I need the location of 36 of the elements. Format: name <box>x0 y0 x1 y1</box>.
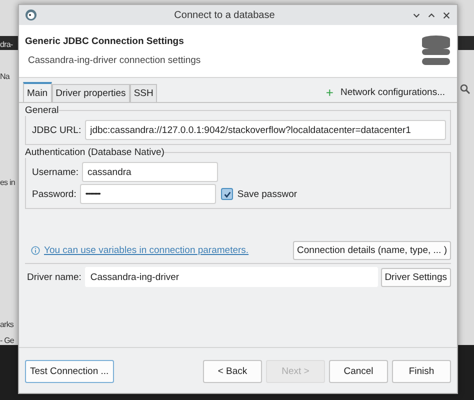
group-title: Authentication (Database Native) <box>25 147 164 158</box>
tab[interactable]: Main <box>23 82 52 102</box>
background-text: arks <box>0 320 14 329</box>
background-text: es in <box>0 178 15 187</box>
header-title: Generic JDBC Connection Settings <box>25 36 185 47</box>
driver-name-field[interactable]: Cassandra-ing-driver <box>85 267 378 287</box>
network-configurations-button[interactable]: + Network configurations... <box>326 85 453 102</box>
tab[interactable]: SSH <box>130 84 158 102</box>
field-label: Username: <box>31 166 78 178</box>
field-label: Driver name: <box>26 272 82 282</box>
field-label: Password: <box>31 188 76 200</box>
background-text: - Ge <box>0 336 14 345</box>
database-icon <box>421 35 451 67</box>
wizard-button[interactable]: Cancel <box>329 360 388 383</box>
close-icon[interactable] <box>442 10 451 20</box>
app-logo-icon <box>25 9 37 21</box>
checkbox-label: Save passwor <box>237 188 298 200</box>
variables-link[interactable]: You can use variables in connection parameters. <box>44 245 249 256</box>
maximize-icon[interactable] <box>427 10 436 20</box>
search-icon <box>460 84 470 94</box>
wizard-button[interactable]: Finish <box>392 360 451 383</box>
background-text: dra- <box>0 40 13 49</box>
header-subtitle: Cassandra-ing-driver connection settings <box>27 55 202 66</box>
field-label: JDBC URL: <box>31 124 82 136</box>
wizard-button[interactable]: < Back <box>203 360 262 383</box>
group-title: General <box>25 105 59 116</box>
test-connection-button[interactable]: Test Connection ... <box>25 360 114 383</box>
tab[interactable]: Driver properties <box>52 84 130 102</box>
info-icon <box>31 246 40 255</box>
connection-details-button[interactable]: Connection details (name, type, ... ) <box>293 241 451 260</box>
background-text: Na <box>0 72 10 81</box>
driver-settings-button[interactable]: Driver Settings <box>380 268 451 286</box>
checkbox[interactable] <box>221 188 234 200</box>
jdbc-url-field[interactable]: jdbc:cassandra://127.0.0.1:9042/stackoverflow?localdatacenter=datacenter1 <box>85 120 446 140</box>
window-title: Connect to a database <box>173 10 276 20</box>
username-field[interactable]: cassandra <box>82 162 218 182</box>
